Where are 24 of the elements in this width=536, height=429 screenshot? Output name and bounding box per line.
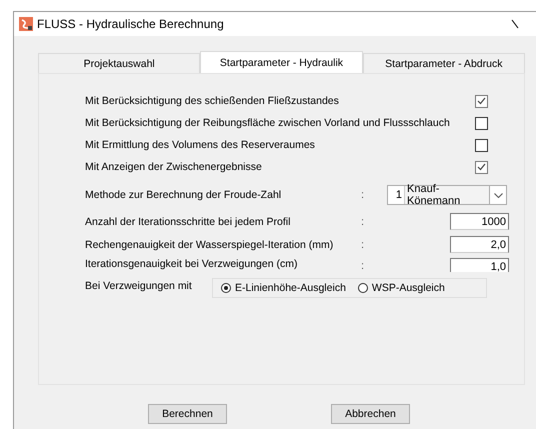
separator: : <box>361 216 366 228</box>
dialog-button[interactable]: Abbrechen <box>331 404 410 424</box>
input-field[interactable]: 1,0 <box>450 258 509 272</box>
window-title: FLUSS - Hydraulische Berechnung <box>37 17 224 31</box>
option-label: Mit Anzeigen der Zwischenergebnisse <box>85 161 262 173</box>
separator: : <box>361 189 366 201</box>
field-label: Anzahl der Iterationsschritte bei jedem Profil <box>85 216 292 228</box>
radio-option[interactable]: E-Linienhöhe-Ausgleich <box>221 282 346 294</box>
option-label: Mit Berücksichtigung der Reibungsfläche zwischen Vorland und Flussschlauch <box>85 117 450 129</box>
tab[interactable]: Startparameter - Hydraulik <box>200 51 363 73</box>
field-label: Iterationsgenauigkeit bei Verzweigungen (cm) <box>85 258 298 270</box>
tab[interactable]: Startparameter - Abdruck <box>362 53 525 73</box>
separator: : <box>361 260 366 272</box>
input-field[interactable]: 1000 <box>450 213 509 230</box>
field-label: Rechengenauigkeit der Wasserspiegel-Iteration (mm) <box>85 238 334 250</box>
radio-option[interactable]: WSP-Ausgleich <box>358 282 445 294</box>
separator: : <box>361 238 366 250</box>
input-field[interactable]: 2,0 <box>450 236 509 253</box>
option-label: Mit Berücksichtigung des schießenden Fließzustandes <box>85 95 339 107</box>
option-label: Mit Ermittlung des Volumens des Reserveraumes <box>85 139 315 151</box>
group-label: Bei Verzweigungen mit <box>85 280 193 292</box>
field-label: Methode zur Berechnung der Froude-Zahl <box>85 189 282 201</box>
dialog-button[interactable]: Berechnen <box>148 404 227 424</box>
tab[interactable]: Projektauswahl <box>38 53 200 73</box>
